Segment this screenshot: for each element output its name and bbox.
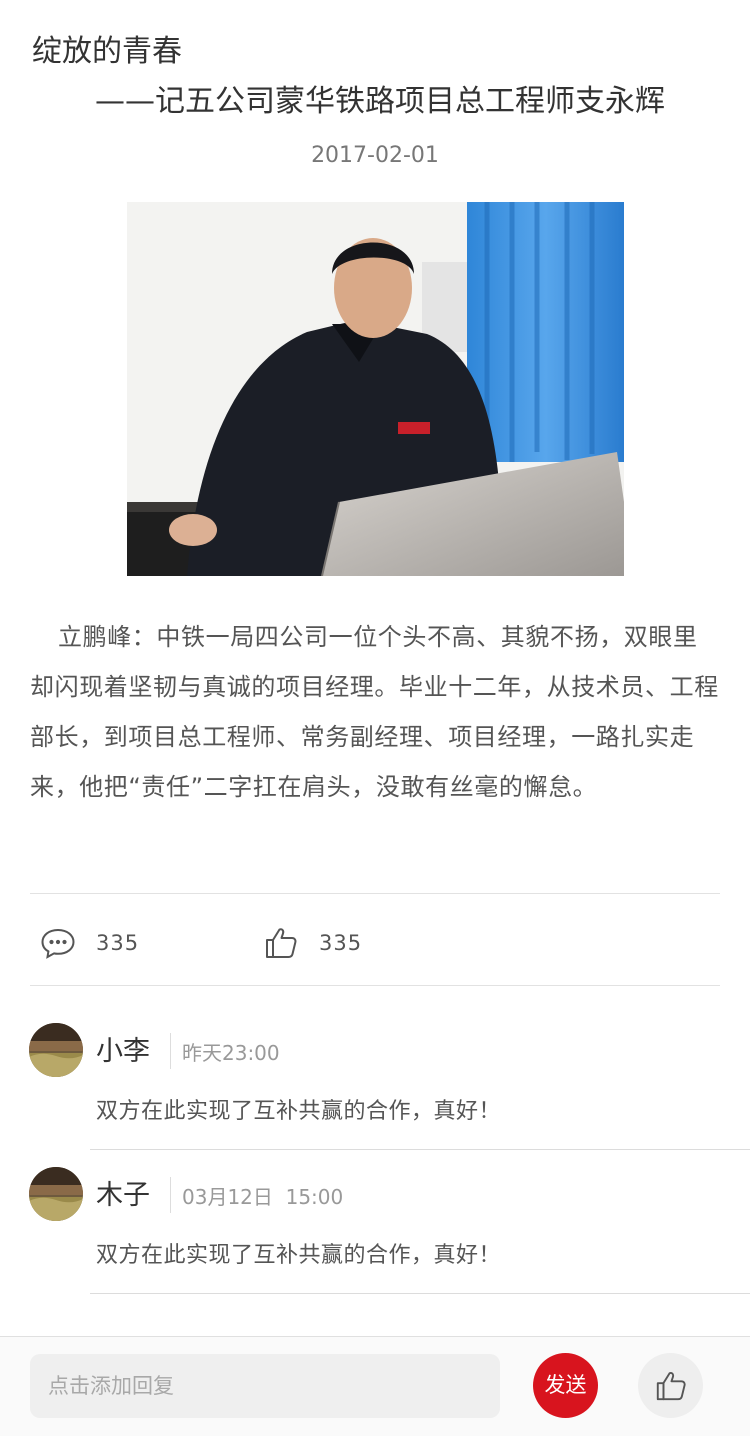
separator [170, 1033, 171, 1069]
comment-stat[interactable]: 335 [40, 925, 139, 961]
comment-item: 木子 03月12日 15:00 双方在此实现了互补共赢的合作，真好！ [0, 1167, 750, 1311]
avatar[interactable] [29, 1167, 83, 1221]
comment-author: 小李 [96, 1036, 150, 1067]
article-date: 2017-02-01 [311, 143, 439, 168]
article-subtitle: ——记五公司蒙华铁路项目总工程师支永辉 [95, 84, 665, 119]
divider [30, 985, 720, 986]
reply-input[interactable] [30, 1354, 500, 1418]
comment-author: 木子 [96, 1180, 150, 1211]
like-stat[interactable]: 335 [263, 925, 362, 961]
comment-bubble-icon [41, 928, 75, 959]
comment-text: 双方在此实现了互补共赢的合作，真好！ [96, 1243, 502, 1268]
like-count: 335 [319, 931, 363, 955]
comment-time: 03月12日 15:00 [182, 1185, 344, 1209]
send-button[interactable]: 发送 [533, 1353, 598, 1418]
thumbs-up-icon [266, 928, 297, 958]
article-title: 绽放的青春 [32, 34, 182, 69]
article-body: 立鹏峰：中铁一局四公司一位个头不高、其貌不扬，双眼里却闪现着坚韧与真诚的项目经理… [30, 623, 719, 801]
comment-item: 小李 昨天23:00 双方在此实现了互补共赢的合作，真好！ [0, 1023, 750, 1167]
avatar[interactable] [29, 1023, 83, 1077]
article-photo [127, 202, 624, 576]
thumbs-up-icon [656, 1371, 686, 1400]
divider [90, 1149, 750, 1150]
separator [170, 1177, 171, 1213]
comment-count: 335 [96, 931, 140, 955]
reply-bar: 发送 [0, 1336, 750, 1436]
comment-time: 昨天23:00 [182, 1041, 280, 1065]
divider [30, 893, 720, 894]
divider [90, 1293, 750, 1294]
like-button[interactable] [638, 1353, 703, 1418]
comment-text: 双方在此实现了互补共赢的合作，真好！ [96, 1099, 502, 1124]
